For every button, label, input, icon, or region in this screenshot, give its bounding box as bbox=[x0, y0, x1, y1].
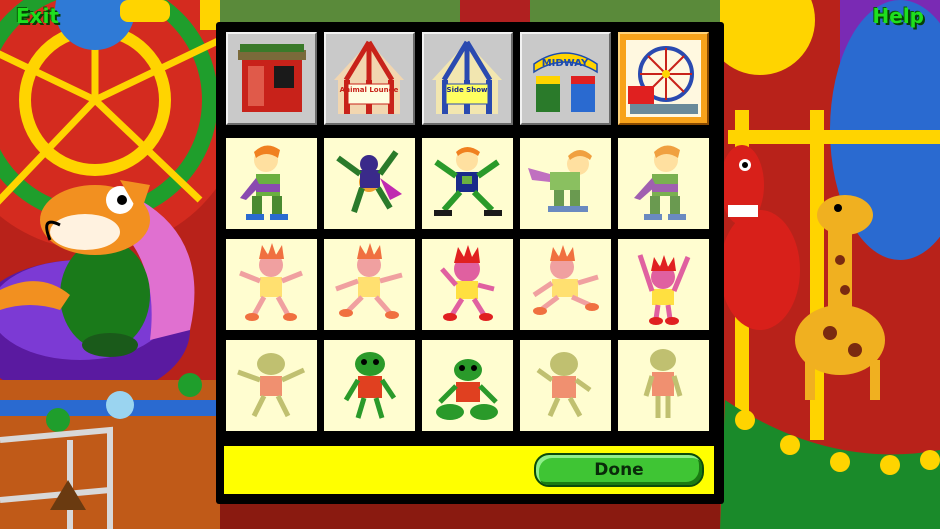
costume-cell[interactable] bbox=[226, 340, 317, 431]
costume-cell[interactable] bbox=[422, 340, 513, 431]
costume-cell[interactable] bbox=[226, 138, 317, 229]
side-show-tent-icon: Side Show bbox=[432, 40, 502, 114]
category-tab-building[interactable] bbox=[226, 32, 317, 125]
costume-cell[interactable] bbox=[520, 138, 611, 229]
costume-cell[interactable] bbox=[618, 239, 709, 330]
flame-hair-kid-icon bbox=[532, 245, 599, 315]
flame-hair-kid-icon bbox=[239, 243, 303, 321]
costume-cell[interactable] bbox=[324, 138, 415, 229]
help-button[interactable]: Help bbox=[873, 4, 924, 28]
costume-cell[interactable] bbox=[618, 340, 709, 431]
costume-cell[interactable] bbox=[324, 239, 415, 330]
green-alien-kid-icon bbox=[436, 359, 498, 420]
category-tab-midway[interactable]: MIDWAY bbox=[520, 32, 611, 125]
costume-picker-panel: Animal Lounge Side Show MIDWAY Done bbox=[216, 22, 724, 504]
exit-button[interactable]: Exit bbox=[16, 4, 59, 28]
flame-hair-kid-icon bbox=[440, 245, 495, 321]
midway-gate-icon: MIDWAY bbox=[533, 52, 598, 112]
category-tab-ferris-wheel[interactable] bbox=[618, 32, 709, 125]
purple-hero-skater-icon bbox=[528, 150, 592, 212]
purple-hero-skater-icon bbox=[336, 150, 402, 213]
purple-hero-skater-icon bbox=[434, 147, 502, 216]
category-tab-side-show[interactable]: Side Show bbox=[422, 32, 513, 125]
flame-hair-kid-icon bbox=[335, 243, 403, 319]
costume-cell[interactable] bbox=[520, 340, 611, 431]
costume-cell[interactable] bbox=[422, 239, 513, 330]
tab-sign-midway: MIDWAY bbox=[542, 58, 589, 69]
red-building-icon bbox=[238, 44, 306, 112]
flame-hair-kid-icon bbox=[637, 254, 691, 325]
done-button[interactable]: Done bbox=[534, 453, 704, 487]
costume-cell[interactable] bbox=[520, 239, 611, 330]
green-alien-kid-icon bbox=[343, 352, 397, 419]
costume-cell[interactable] bbox=[324, 340, 415, 431]
ferris-wheel-icon bbox=[626, 40, 701, 117]
costume-cell[interactable] bbox=[226, 239, 317, 330]
animal-lounge-tent-icon: Animal Lounge bbox=[334, 40, 404, 114]
category-tab-animal-lounge[interactable]: Animal Lounge bbox=[324, 32, 415, 125]
purple-hero-skater-icon bbox=[240, 145, 288, 220]
costume-cell[interactable] bbox=[618, 138, 709, 229]
green-alien-kid-icon bbox=[643, 349, 683, 418]
panel-footer: Done bbox=[224, 446, 714, 494]
purple-hero-skater-icon bbox=[634, 145, 686, 220]
green-alien-kid-icon bbox=[536, 352, 592, 418]
tab-sign-animal-lounge: Animal Lounge bbox=[340, 86, 399, 94]
costume-cell[interactable] bbox=[422, 138, 513, 229]
tab-sign-side-show: Side Show bbox=[447, 86, 488, 94]
green-alien-kid-icon bbox=[237, 353, 306, 418]
